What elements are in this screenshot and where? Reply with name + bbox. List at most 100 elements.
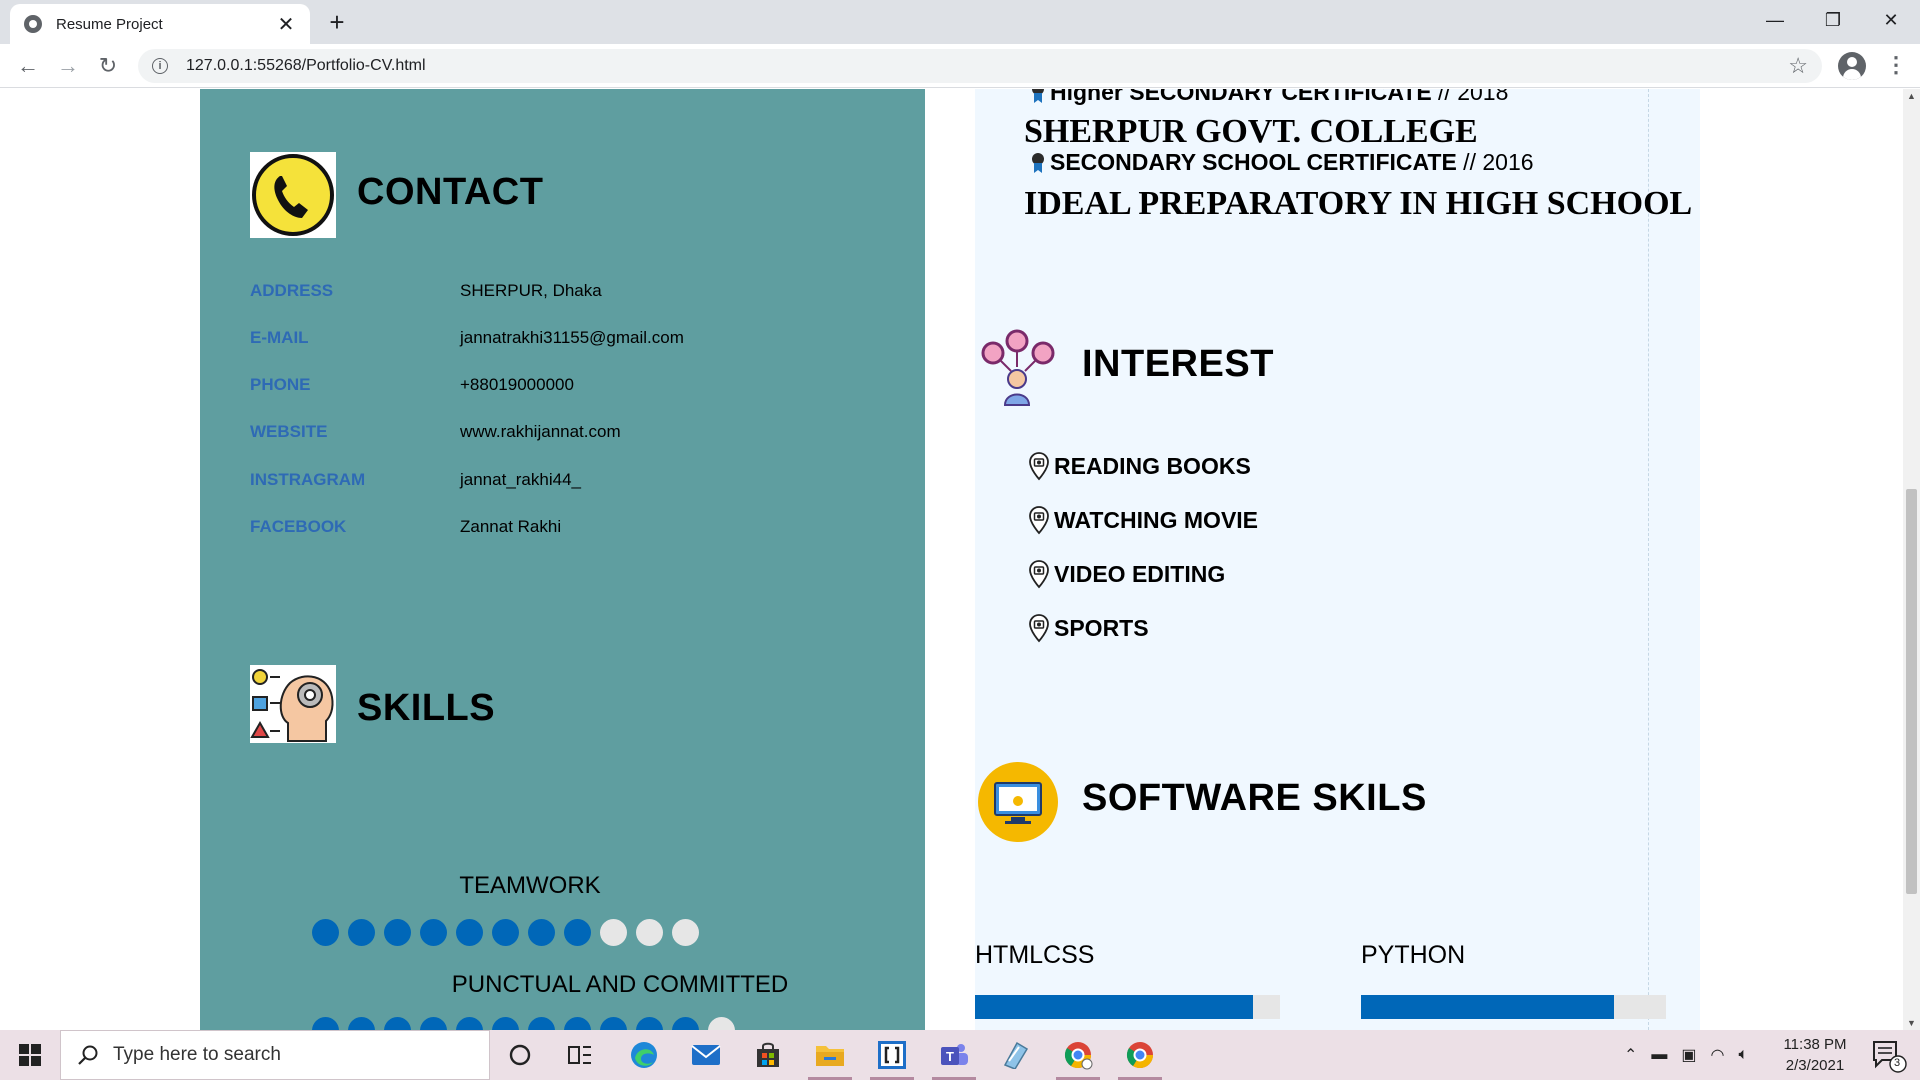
cortana-icon[interactable] bbox=[494, 1035, 546, 1075]
wifi-icon[interactable]: ◠ bbox=[1711, 1045, 1725, 1065]
interest-item: VIDEO EDITING bbox=[1028, 559, 1225, 589]
taskbar-clock[interactable]: 11:38 PM 2/3/2021 bbox=[1770, 1034, 1860, 1076]
windows-taskbar: Type here to search T ⌃ ▬ ▣ ◠ 🔈︎ 11:38 P… bbox=[0, 1030, 1920, 1080]
brackets-editor-icon[interactable] bbox=[866, 1035, 918, 1080]
address-bar[interactable]: i 127.0.0.1:55268/Portfolio-CV.html ☆ bbox=[138, 49, 1822, 83]
medal-icon bbox=[1030, 153, 1046, 173]
contact-value-phone: +88019000000 bbox=[460, 375, 574, 394]
skill-rating-punctual bbox=[312, 1017, 735, 1030]
close-window-button[interactable]: ✕ bbox=[1862, 0, 1920, 40]
contact-label-instagram: INSTRAGRAM bbox=[250, 470, 366, 489]
forward-button[interactable]: → bbox=[52, 50, 84, 82]
interest-person-icon bbox=[975, 325, 1061, 411]
contact-title: CONTACT bbox=[357, 171, 544, 213]
location-pin-icon bbox=[1029, 614, 1049, 643]
software-bar-fill-python bbox=[1361, 995, 1615, 1019]
scroll-down-arrow-icon[interactable]: ▼ bbox=[1907, 1018, 1916, 1028]
hsc-line: Higher SECONDARY CERTIFICATE // 2018 bbox=[1030, 89, 1508, 106]
rating-dot-empty bbox=[600, 919, 627, 946]
volume-icon[interactable]: 🔈︎ bbox=[1739, 1046, 1749, 1064]
ssc-line: SECONDARY SCHOOL CERTIFICATE // 2016 bbox=[1030, 149, 1534, 176]
back-button[interactable]: ← bbox=[12, 50, 44, 82]
new-tab-button[interactable]: + bbox=[322, 8, 352, 38]
ssc-title: SECONDARY SCHOOL CERTIFICATE bbox=[1050, 149, 1457, 175]
location-pin-icon bbox=[1029, 560, 1049, 589]
rating-dot-filled bbox=[384, 1017, 411, 1030]
page-scrollbar[interactable]: ▲ ▼ bbox=[1903, 89, 1920, 1030]
interest-label: WATCHING MOVIE bbox=[1054, 506, 1259, 533]
phone-icon bbox=[250, 152, 336, 238]
tab-resume-project[interactable]: Resume Project ✕ bbox=[10, 4, 310, 44]
snip-tool-icon[interactable] bbox=[990, 1035, 1042, 1075]
contact-label-facebook: FACEBOOK bbox=[250, 517, 347, 536]
profile-avatar-icon[interactable] bbox=[1838, 52, 1866, 80]
rating-dot-filled bbox=[528, 919, 555, 946]
rating-dot-filled bbox=[492, 1017, 519, 1030]
location-pin-icon bbox=[1029, 506, 1049, 535]
rating-dot-filled bbox=[348, 919, 375, 946]
notification-center-icon[interactable]: 3 bbox=[1868, 1038, 1908, 1074]
info-icon[interactable]: i bbox=[152, 58, 168, 74]
hsc-title: Higher SECONDARY CERTIFICATE bbox=[1050, 89, 1432, 105]
interest-item: SPORTS bbox=[1028, 613, 1149, 643]
scroll-up-arrow-icon[interactable]: ▲ bbox=[1907, 91, 1916, 101]
bookmark-star-icon[interactable]: ☆ bbox=[1788, 53, 1808, 79]
edge-browser-icon[interactable] bbox=[618, 1035, 670, 1075]
reload-button[interactable]: ↻ bbox=[92, 50, 124, 82]
page-viewport: CONTACT ADDRESS SHERPUR, Dhaka E-MAIL ja… bbox=[0, 89, 1920, 1030]
url-text[interactable]: 127.0.0.1:55268/Portfolio-CV.html bbox=[186, 57, 1788, 75]
ssc-school: IDEAL PREPARATORY IN HIGH SCHOOL bbox=[1024, 185, 1693, 222]
contact-value-facebook: Zannat Rakhi bbox=[460, 517, 562, 536]
software-title: SOFTWARE SKILS bbox=[1082, 777, 1427, 819]
battery-icon[interactable]: ▬ bbox=[1651, 1046, 1667, 1064]
contact-value-email: jannatrakhi31155@gmail.com bbox=[460, 328, 684, 347]
contact-label-email: E-MAIL bbox=[250, 328, 309, 347]
hsc-year: // 2018 bbox=[1431, 89, 1509, 105]
taskbar-search-box[interactable]: Type here to search bbox=[60, 1030, 490, 1080]
rating-dot-filled bbox=[312, 1017, 339, 1030]
mail-icon[interactable] bbox=[680, 1035, 732, 1075]
software-name-htmlcss: HTMLCSS bbox=[975, 941, 1095, 969]
browser-tabstrip: Resume Project ✕ + — ❐ ✕ bbox=[0, 0, 1920, 44]
skills-title: SKILLS bbox=[357, 687, 496, 729]
task-view-icon[interactable] bbox=[554, 1035, 606, 1075]
rating-dot-filled bbox=[456, 919, 483, 946]
windows-start-icon[interactable] bbox=[0, 1030, 60, 1080]
device-icon[interactable]: ▣ bbox=[1681, 1045, 1696, 1065]
contact-label-phone: PHONE bbox=[250, 375, 311, 394]
rating-dot-filled bbox=[420, 919, 447, 946]
rating-dot-filled bbox=[564, 1017, 591, 1030]
window-controls: — ❐ ✕ bbox=[1746, 0, 1920, 40]
rating-dot-filled bbox=[384, 919, 411, 946]
tab-close-button[interactable]: ✕ bbox=[276, 12, 296, 37]
teams-icon[interactable]: T bbox=[928, 1035, 980, 1080]
software-bar-fill-htmlcss bbox=[975, 995, 1253, 1019]
contact-label-address: ADDRESS bbox=[250, 281, 334, 300]
contact-value-instagram: jannat_rakhi44_ bbox=[460, 470, 581, 489]
rating-dot-filled bbox=[492, 919, 519, 946]
browser-toolbar: ← → ↻ i 127.0.0.1:55268/Portfolio-CV.htm… bbox=[0, 44, 1920, 88]
minimize-button[interactable]: — bbox=[1746, 0, 1804, 40]
interest-label: VIDEO EDITING bbox=[1054, 560, 1226, 587]
software-name-python: PYTHON bbox=[1361, 941, 1466, 969]
rating-dot-filled bbox=[420, 1017, 447, 1030]
search-placeholder: Type here to search bbox=[113, 1044, 281, 1065]
chrome-icon[interactable] bbox=[1114, 1035, 1166, 1080]
skills-head-icon bbox=[250, 665, 336, 743]
skill-name-teamwork: TEAMWORK bbox=[459, 872, 601, 899]
rating-dot-filled bbox=[600, 1017, 627, 1030]
store-icon[interactable] bbox=[742, 1035, 794, 1075]
interest-title: INTEREST bbox=[1082, 343, 1274, 385]
restore-button[interactable]: ❐ bbox=[1804, 0, 1862, 40]
rating-dot-filled bbox=[528, 1017, 555, 1030]
search-icon bbox=[78, 1045, 98, 1065]
file-explorer-icon[interactable] bbox=[804, 1035, 856, 1080]
rating-dot-empty bbox=[708, 1017, 735, 1030]
chrome-profile-icon[interactable] bbox=[1052, 1035, 1104, 1080]
system-tray: ⌃ ▬ ▣ ◠ 🔈︎ bbox=[1624, 1030, 1748, 1080]
browser-menu-icon[interactable]: ⋮ bbox=[1884, 50, 1908, 82]
chevron-up-icon[interactable]: ⌃ bbox=[1624, 1045, 1637, 1065]
rating-dot-filled bbox=[564, 919, 591, 946]
scrollbar-thumb[interactable] bbox=[1906, 489, 1917, 894]
globe-icon bbox=[24, 15, 42, 33]
